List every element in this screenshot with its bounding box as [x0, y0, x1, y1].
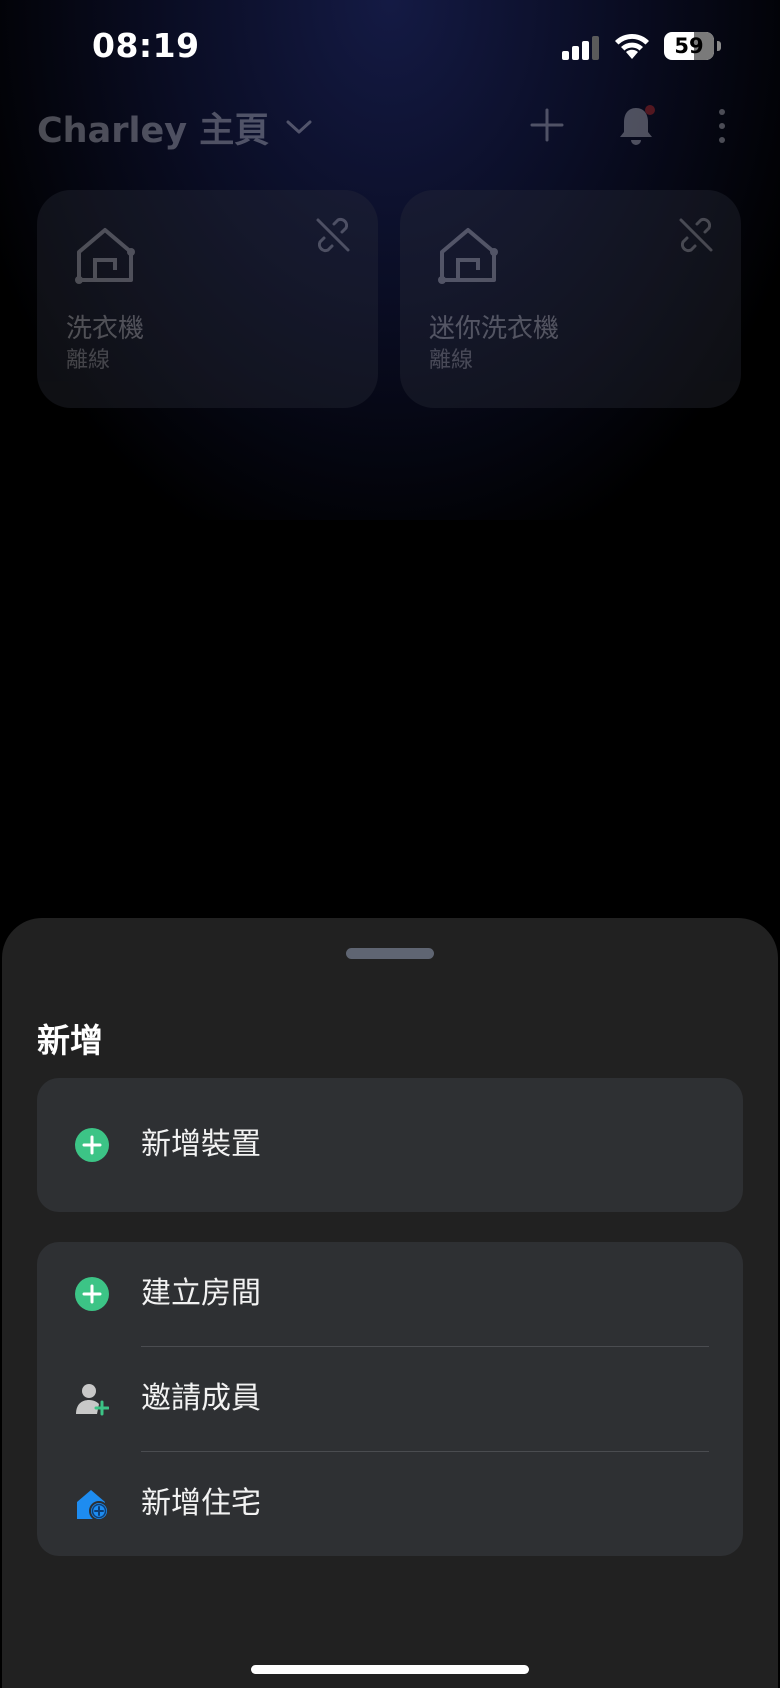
device-card-mini-washer[interactable]: 迷你洗衣機 離線	[400, 190, 741, 408]
home-selector[interactable]: Charley 主頁	[37, 102, 313, 152]
device-name: 洗衣機	[66, 314, 145, 344]
plus-circle-icon	[75, 1128, 109, 1162]
plus-circle-icon	[75, 1277, 109, 1311]
add-bottom-sheet: 新增 新增裝置 建立房間 邀請成員 新增住宅	[2, 918, 778, 1688]
device-card-washer[interactable]: 洗衣機 離線	[37, 190, 378, 408]
home-indicator[interactable]	[251, 1665, 529, 1674]
smart-home-device-icon	[75, 228, 135, 284]
notification-dot	[645, 105, 655, 115]
add-device-label: 新增裝置	[141, 1127, 261, 1162]
home-title: Charley 主頁	[37, 110, 270, 151]
chevron-down-icon	[286, 120, 312, 134]
device-status: 離線	[429, 348, 474, 373]
create-room-row[interactable]: 建立房間	[37, 1242, 743, 1346]
smart-home-device-icon	[438, 228, 498, 284]
device-name: 迷你洗衣機	[429, 314, 560, 344]
invite-member-row[interactable]: 邀請成員	[37, 1347, 743, 1451]
sheet-grabber[interactable]	[346, 948, 434, 959]
create-room-label: 建立房間	[141, 1276, 261, 1311]
disconnected-link-icon	[316, 217, 350, 253]
home-page-dimmed: Charley 主頁 洗衣機 離線 迷你洗衣機 離線	[0, 0, 780, 520]
add-residence-row[interactable]: 新增住宅	[37, 1452, 743, 1556]
sheet-title: 新增	[37, 1021, 103, 1060]
add-icon[interactable]	[530, 108, 564, 142]
device-status: 離線	[66, 348, 111, 373]
disconnected-link-icon	[679, 217, 713, 253]
add-device-group: 新增裝置	[37, 1078, 743, 1212]
notification-bell-icon[interactable]	[617, 104, 655, 146]
invite-member-label: 邀請成員	[141, 1381, 261, 1416]
add-device-row[interactable]: 新增裝置	[37, 1093, 743, 1197]
house-add-icon	[77, 1490, 109, 1521]
more-options-icon[interactable]	[716, 108, 728, 144]
add-residence-label: 新增住宅	[141, 1486, 261, 1521]
manage-home-group: 建立房間 邀請成員 新增住宅	[37, 1242, 743, 1556]
person-add-icon	[76, 1384, 109, 1416]
